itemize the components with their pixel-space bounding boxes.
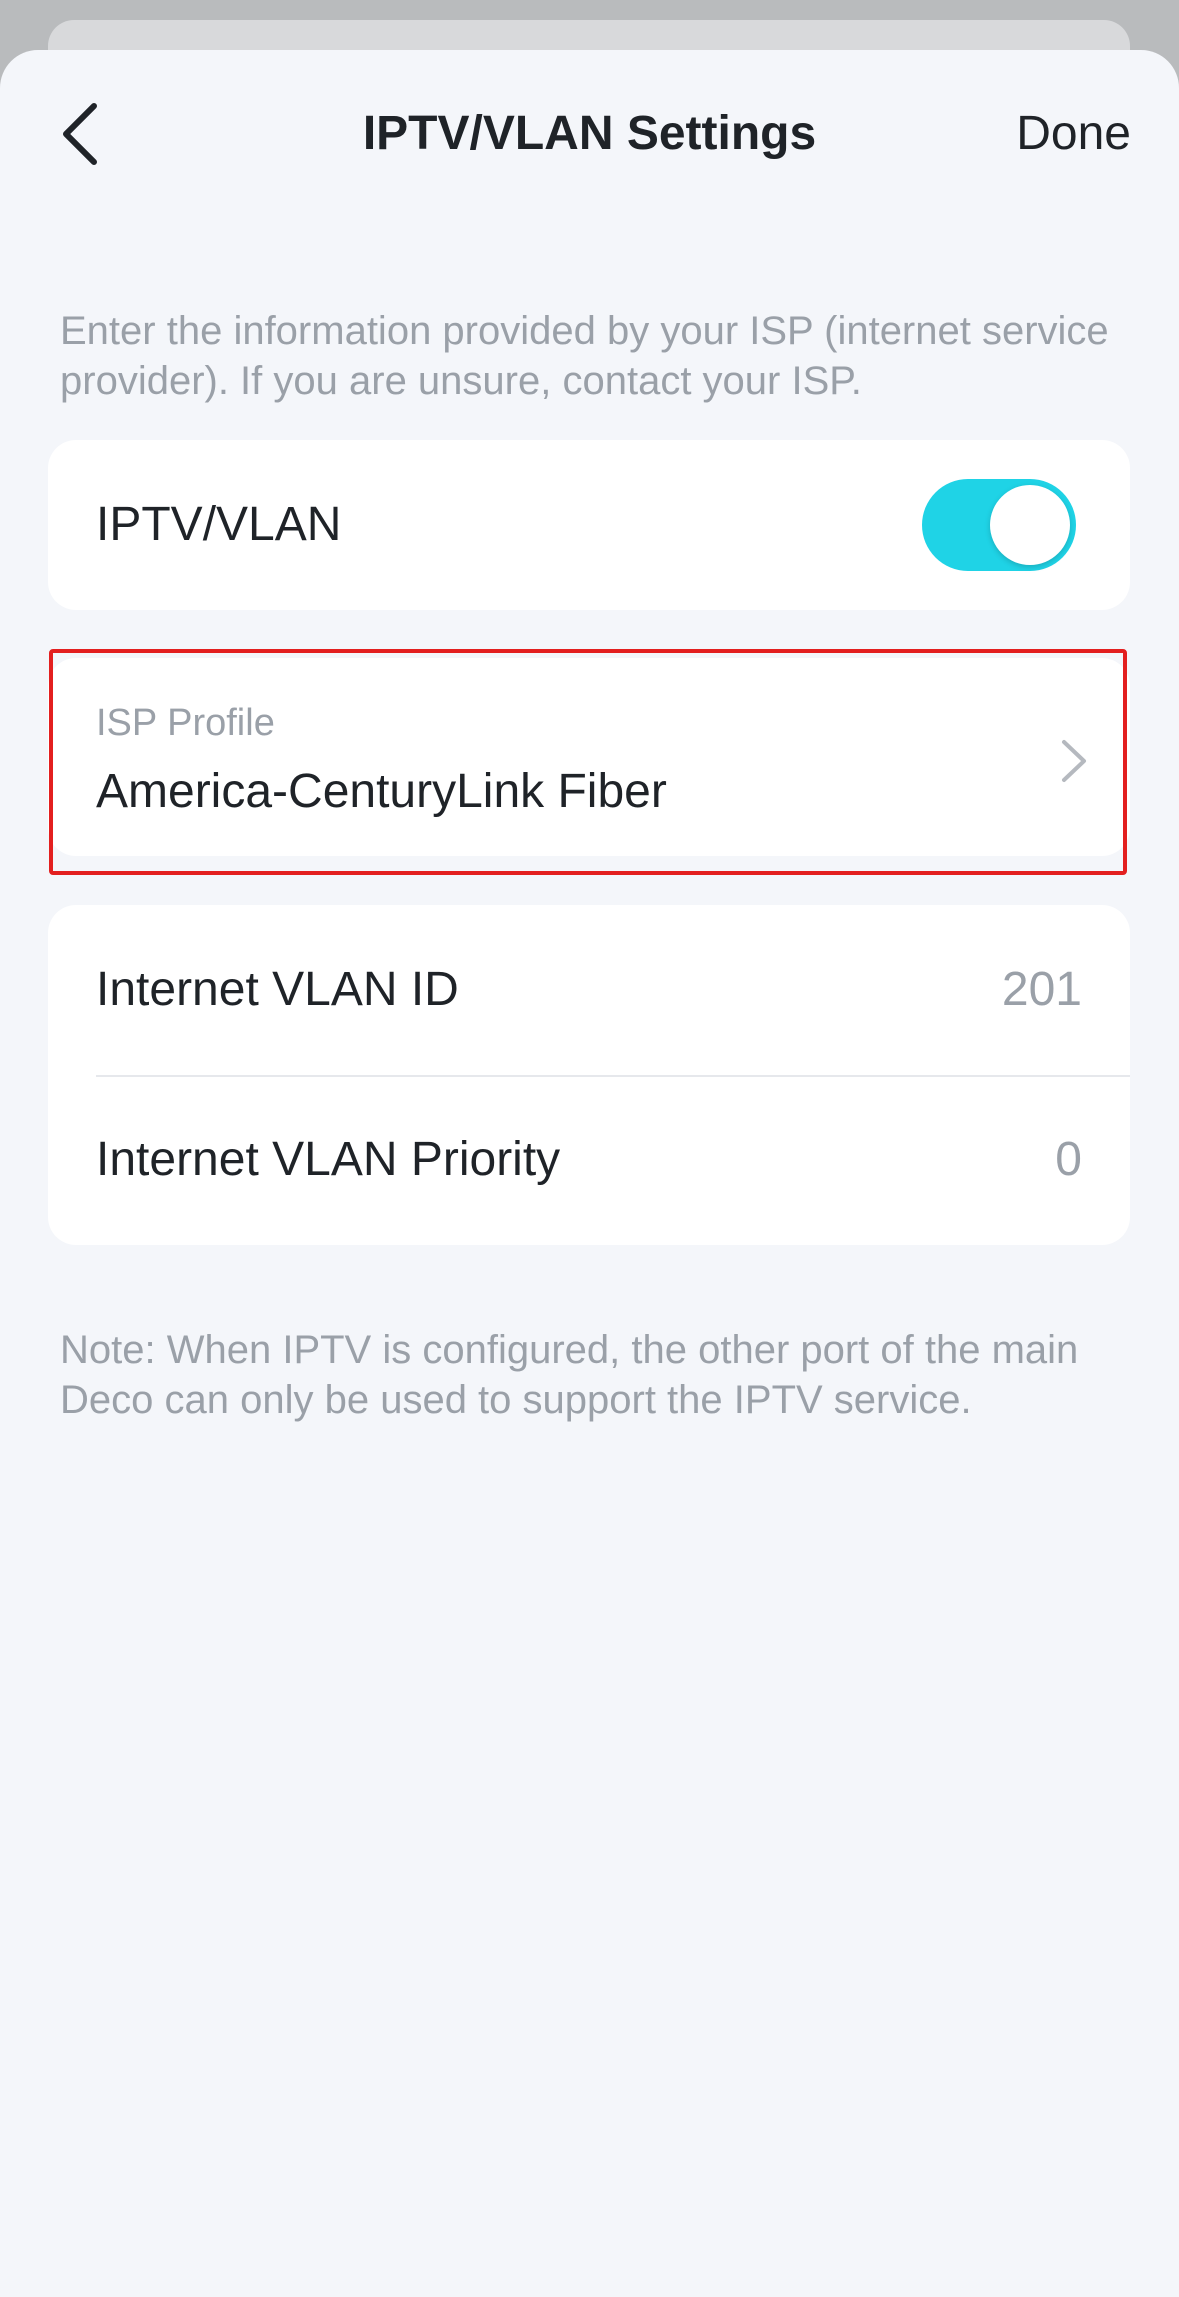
internet-vlan-priority-value: 0 <box>1055 1133 1082 1186</box>
chevron-left-icon <box>63 103 97 165</box>
internet-vlan-id-value: 201 <box>1001 963 1082 1016</box>
settings-sheet: IPTV/VLAN Settings Done Enter the inform… <box>0 50 1179 2297</box>
iptv-note: Note: When IPTV is configured, the other… <box>60 1328 1079 1422</box>
internet-vlan-id-label: Internet VLAN ID <box>96 963 459 1016</box>
intro-description: Enter the information provided by your I… <box>60 309 1109 403</box>
toggle-knob <box>990 485 1070 565</box>
internet-vlan-priority-row[interactable]: Internet VLAN Priority 0 <box>48 1075 1130 1245</box>
iptv-toggle-label: IPTV/VLAN <box>96 498 342 551</box>
back-button[interactable] <box>48 98 112 170</box>
internet-vlan-id-row[interactable]: Internet VLAN ID 201 <box>48 905 1130 1077</box>
isp-profile-highlight-box <box>49 649 1127 875</box>
navigation-bar: IPTV/VLAN Settings Done <box>0 50 1179 220</box>
vlan-settings-card: Internet VLAN ID 201 Internet VLAN Prior… <box>48 905 1130 1245</box>
iptv-toggle-switch[interactable] <box>922 479 1076 571</box>
internet-vlan-priority-label: Internet VLAN Priority <box>96 1133 561 1186</box>
page-title: IPTV/VLAN Settings <box>362 107 817 160</box>
iptv-toggle-card: IPTV/VLAN <box>48 440 1130 610</box>
done-button[interactable]: Done <box>1016 104 1131 164</box>
